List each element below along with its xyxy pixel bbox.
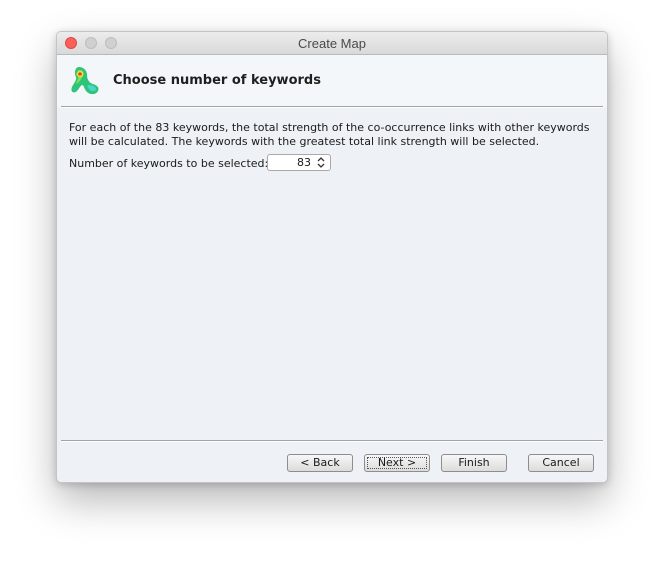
stepper-arrows-icon[interactable] [315, 155, 327, 170]
cancel-button[interactable]: Cancel [528, 454, 594, 472]
wizard-header: Choose number of keywords [57, 55, 607, 107]
page-heading: Choose number of keywords [113, 73, 321, 88]
keyword-count-spinner[interactable]: 83 [267, 154, 331, 171]
finish-button[interactable]: Finish [441, 454, 507, 472]
title-bar[interactable]: Create Map [57, 32, 607, 55]
description-line-1: For each of the 83 keywords, the total s… [69, 121, 590, 134]
header-divider [61, 106, 603, 108]
keyword-count-value[interactable]: 83 [297, 156, 311, 169]
next-button-label: Next > [377, 456, 417, 469]
back-button[interactable]: < Back [287, 454, 353, 472]
vosviewer-logo-icon [71, 67, 99, 95]
footer-divider [61, 440, 603, 442]
back-button-label: < Back [300, 456, 340, 469]
keyword-count-label: Number of keywords to be selected: [69, 157, 269, 170]
next-button[interactable]: Next > [364, 454, 430, 472]
window-title: Create Map [298, 36, 366, 51]
description-text: For each of the 83 keywords, the total s… [69, 121, 594, 149]
cancel-button-label: Cancel [542, 456, 580, 469]
finish-button-label: Finish [458, 456, 490, 469]
description-line-2: will be calculated. The keywords with th… [69, 135, 540, 148]
create-map-dialog: Create Map Choose number of keywords For… [56, 31, 608, 483]
